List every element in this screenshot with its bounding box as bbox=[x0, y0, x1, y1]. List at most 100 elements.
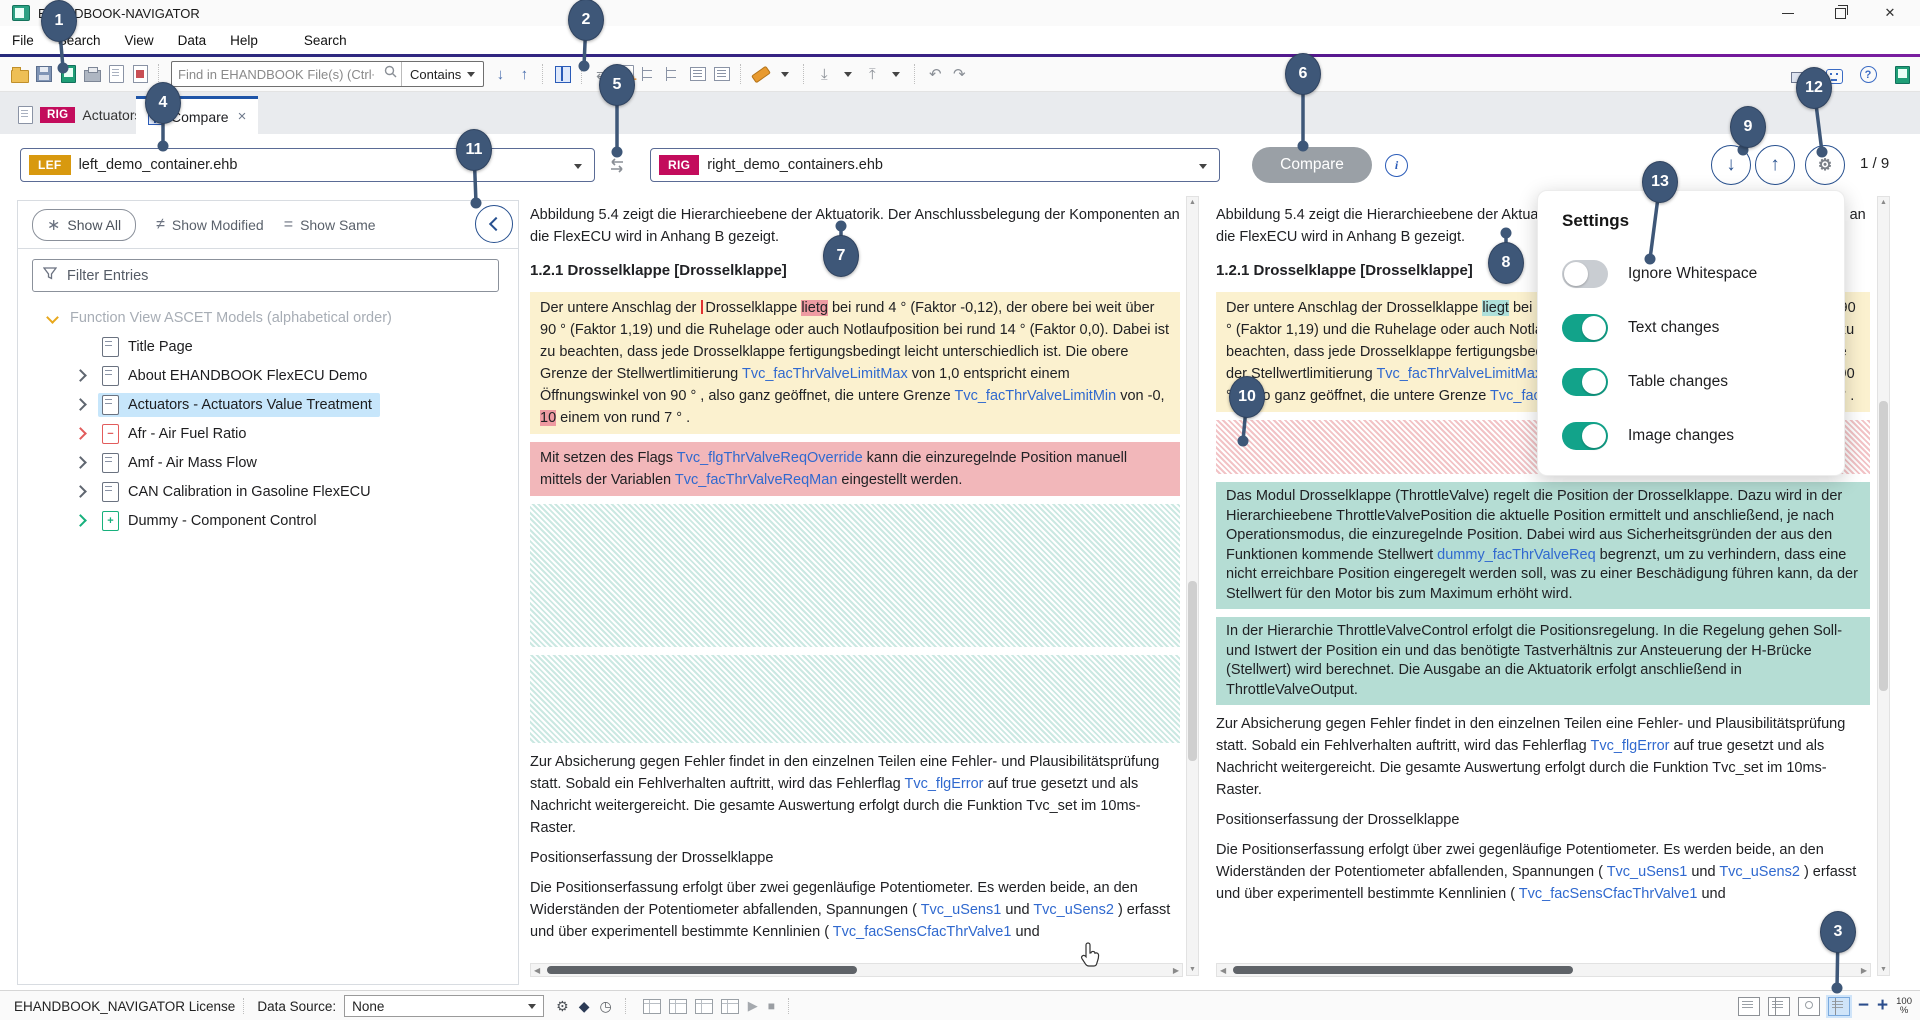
redo-icon[interactable]: ↷ bbox=[947, 62, 971, 86]
tree-item[interactable]: About EHANDBOOK FlexECU Demo bbox=[18, 361, 518, 390]
swap-sides-icon[interactable] bbox=[603, 154, 631, 178]
expand-all-icon[interactable] bbox=[638, 62, 662, 86]
doc-link[interactable]: Tvc_facThrValveReqMan bbox=[675, 472, 838, 488]
menu-data[interactable]: Data bbox=[166, 33, 219, 48]
tree-item[interactable]: Amf - Air Mass Flow bbox=[18, 448, 518, 477]
map-grid-x-icon[interactable] bbox=[669, 999, 687, 1014]
next-change-button[interactable]: ↓ bbox=[1711, 145, 1751, 185]
chevron-right-icon[interactable] bbox=[74, 369, 87, 382]
find-input[interactable] bbox=[172, 67, 380, 82]
left-document-pane[interactable]: Abbildung 5.4 zeigt die Hierarchieebene … bbox=[530, 196, 1180, 972]
compare-button[interactable]: Compare bbox=[1252, 147, 1372, 183]
doc-link[interactable]: Tvc_facSensCfacThrValve1 bbox=[833, 924, 1012, 940]
zoom-in-icon[interactable]: + bbox=[1877, 995, 1888, 1017]
show-modified-button[interactable]: ≠ Show Modified bbox=[156, 216, 264, 234]
doc-link[interactable]: Tvc_facSensCfacThrValve1 bbox=[1519, 886, 1698, 902]
doc-link[interactable]: Tvc_facThrValveLimitMin bbox=[955, 388, 1117, 404]
split-view-icon[interactable] bbox=[1768, 997, 1790, 1016]
toggle-image-changes[interactable] bbox=[1562, 422, 1608, 450]
tree-item[interactable]: CAN Calibration in Gasoline FlexECU bbox=[18, 477, 518, 506]
menu-search-2[interactable]: Search bbox=[292, 33, 359, 48]
tree-item[interactable]: +Dummy - Component Control bbox=[18, 506, 518, 535]
collapse-sidebar-button[interactable] bbox=[475, 205, 513, 243]
doc-link[interactable]: Tvc_flgError bbox=[1591, 738, 1670, 754]
toc-icon[interactable] bbox=[686, 62, 710, 86]
close-button[interactable]: ✕ bbox=[1868, 0, 1912, 26]
doc-link[interactable]: Tvc_uSens2 bbox=[1033, 902, 1114, 918]
chevron-right-icon[interactable] bbox=[74, 398, 87, 411]
doc-link[interactable]: Tvc_facThrValveLimitMax bbox=[742, 366, 908, 382]
collapse-all-icon[interactable] bbox=[662, 62, 686, 86]
open-folder-icon[interactable] bbox=[8, 62, 32, 86]
zoom-out-icon[interactable]: − bbox=[1858, 995, 1869, 1017]
help-icon[interactable]: ? bbox=[1856, 63, 1880, 87]
export-icon[interactable]: ⤒ bbox=[860, 62, 884, 86]
doc-link[interactable]: Tvc_uSens1 bbox=[1607, 864, 1688, 880]
toggle-ignore-whitespace[interactable] bbox=[1562, 260, 1608, 288]
chevron-right-icon[interactable] bbox=[74, 427, 87, 440]
tree-item[interactable]: Title Page bbox=[18, 332, 518, 361]
highlighter-dropdown-icon[interactable] bbox=[773, 62, 797, 86]
right-file-dropdown[interactable]: RIG right_demo_containers.ehb bbox=[650, 148, 1220, 182]
match-mode-dropdown[interactable]: Contains bbox=[401, 62, 483, 86]
left-vertical-scrollbar[interactable]: ▲ ▼ bbox=[1186, 196, 1199, 976]
menu-help[interactable]: Help bbox=[218, 33, 270, 48]
save-icon[interactable] bbox=[32, 62, 56, 86]
print-icon[interactable] bbox=[80, 62, 104, 86]
data-source-icon[interactable]: ◆ bbox=[579, 998, 590, 1015]
tab-actuators[interactable]: RIG Actuators bbox=[6, 96, 154, 134]
doc-link[interactable]: Tvc_uSens1 bbox=[921, 902, 1002, 918]
left-file-dropdown[interactable]: LEF left_demo_container.ehb bbox=[20, 148, 595, 182]
tree-item[interactable]: −Afr - Air Fuel Ratio bbox=[18, 419, 518, 448]
show-same-button[interactable]: = Show Same bbox=[284, 216, 376, 234]
toggle-text-changes[interactable] bbox=[1562, 314, 1608, 342]
chevron-right-icon[interactable] bbox=[74, 456, 87, 469]
import-dropdown-icon[interactable] bbox=[836, 62, 860, 86]
import-icon[interactable]: ⤓ bbox=[812, 62, 836, 86]
find-next-icon[interactable]: ↓ bbox=[488, 62, 512, 86]
doc-link[interactable]: Tvc_facThrValveLimitMax bbox=[1376, 366, 1542, 382]
export-document-icon[interactable] bbox=[104, 62, 128, 86]
timer-icon[interactable]: ◷ bbox=[599, 998, 611, 1015]
doc-link[interactable]: dummy_facThrValveReq bbox=[1437, 547, 1596, 563]
undo-icon[interactable]: ↶ bbox=[923, 62, 947, 86]
close-tab-icon[interactable]: × bbox=[238, 108, 247, 125]
map-grid-sync-icon[interactable] bbox=[721, 999, 739, 1014]
menu-view[interactable]: View bbox=[113, 33, 166, 48]
filter-entries-input[interactable] bbox=[65, 267, 498, 285]
menu-file[interactable]: File bbox=[0, 33, 46, 48]
map-grid-icon[interactable] bbox=[643, 999, 661, 1014]
person-view-icon[interactable] bbox=[1798, 997, 1820, 1016]
tree-item[interactable]: Actuators - Actuators Value Treatment bbox=[18, 390, 518, 419]
compare-settings-button[interactable]: ⚙ bbox=[1805, 145, 1845, 185]
find-previous-icon[interactable]: ↑ bbox=[512, 62, 536, 86]
map-grid-lab-icon[interactable] bbox=[695, 999, 713, 1014]
export-dropdown-icon[interactable] bbox=[884, 62, 908, 86]
open-ehandbook-icon[interactable] bbox=[56, 62, 80, 86]
doc-link[interactable]: Tvc_flgError bbox=[905, 776, 984, 792]
compare-view-icon[interactable] bbox=[1828, 997, 1850, 1016]
play-icon[interactable]: ▶ bbox=[748, 998, 758, 1014]
minimize-button[interactable] bbox=[1766, 0, 1810, 26]
right-horizontal-scrollbar[interactable]: ◀ ▶ bbox=[1216, 963, 1871, 977]
tree-root[interactable]: Function View ASCET Models (alphabetical… bbox=[18, 303, 518, 332]
doc-link[interactable]: Tvc_uSens2 bbox=[1719, 864, 1800, 880]
compare-toolbar-icon[interactable] bbox=[551, 62, 575, 86]
info-icon[interactable]: i bbox=[1385, 154, 1408, 177]
close-toc-icon[interactable] bbox=[710, 62, 734, 86]
ehandbook-icon[interactable] bbox=[1890, 63, 1914, 87]
chevron-right-icon[interactable] bbox=[74, 485, 87, 498]
export-pdf-icon[interactable] bbox=[128, 62, 152, 86]
doc-link[interactable]: Tvc_flgThrValveReqOverride bbox=[677, 450, 863, 466]
toggle-table-changes[interactable] bbox=[1562, 368, 1608, 396]
right-vertical-scrollbar[interactable]: ▲ ▼ bbox=[1877, 196, 1890, 976]
previous-change-button[interactable]: ↑ bbox=[1755, 145, 1795, 185]
data-source-dropdown[interactable]: None bbox=[344, 995, 544, 1017]
show-all-button[interactable]: ∗ Show All bbox=[32, 209, 136, 241]
document-view-icon[interactable] bbox=[1738, 997, 1760, 1016]
gear-icon[interactable]: ⚙ bbox=[556, 998, 569, 1015]
stop-icon[interactable]: ■ bbox=[768, 999, 775, 1013]
restore-button[interactable] bbox=[1818, 0, 1862, 26]
highlighter-icon[interactable] bbox=[749, 62, 773, 86]
chevron-right-icon[interactable] bbox=[74, 514, 87, 527]
